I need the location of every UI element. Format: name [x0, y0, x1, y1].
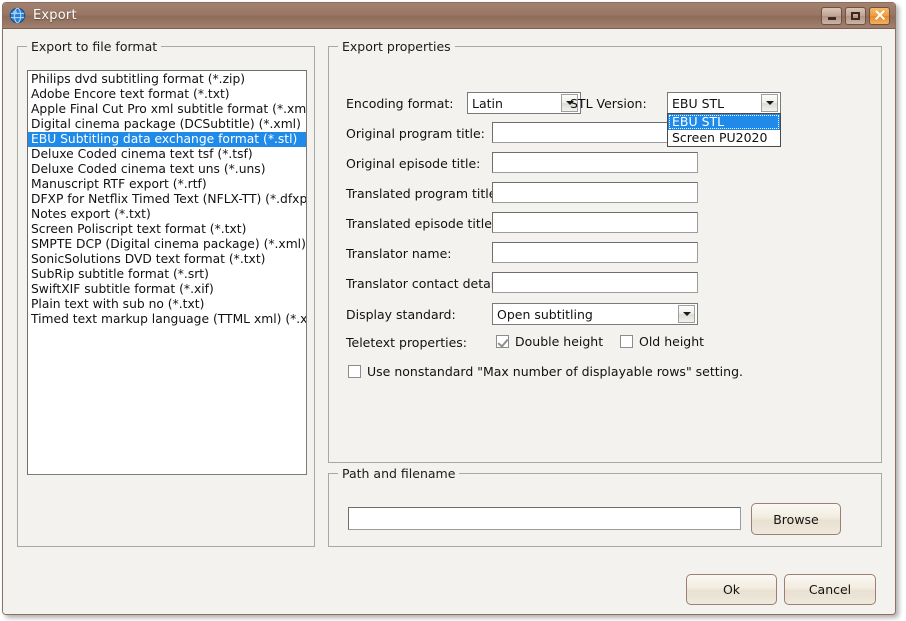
- cancel-button[interactable]: Cancel: [784, 574, 876, 605]
- window-controls: [821, 6, 895, 25]
- export-dialog-window: Export Export to file format Philips dvd…: [2, 2, 896, 615]
- dialog-client-area: Export to file format Philips dvd subtit…: [3, 29, 895, 614]
- list-item[interactable]: EBU Subtitling data exchange format (*.s…: [28, 132, 306, 147]
- display-standard-label: Display standard:: [346, 307, 456, 322]
- field-label: Original program title:: [346, 126, 485, 141]
- close-icon: [874, 10, 885, 21]
- minimize-icon: [827, 17, 836, 20]
- nonstandard-rows-checkbox[interactable]: [348, 365, 361, 378]
- field-input[interactable]: [492, 182, 698, 203]
- path-input[interactable]: [348, 507, 741, 530]
- list-item[interactable]: Timed text markup language (TTML xml) (*…: [28, 312, 306, 327]
- stl-version-dropdown-list[interactable]: EBU STL Screen PU2020: [667, 113, 781, 147]
- maximize-button[interactable]: [845, 6, 866, 25]
- stl-version-label: STL Version:: [570, 96, 647, 111]
- double-height-checkbox-row[interactable]: Double height: [496, 334, 603, 349]
- dropdown-option[interactable]: EBU STL: [668, 114, 780, 130]
- double-height-label: Double height: [515, 334, 604, 349]
- field-input[interactable]: [492, 272, 698, 293]
- list-item[interactable]: Adobe Encore text format (*.txt): [28, 87, 306, 102]
- path-and-filename-group: Path and filename Browse: [328, 466, 882, 547]
- field-label: Translator contact details:: [346, 276, 509, 291]
- encoding-format-combobox[interactable]: Latin: [467, 92, 581, 114]
- export-format-group: Export to file format Philips dvd subtit…: [17, 39, 315, 547]
- encoding-format-value: Latin: [472, 95, 503, 111]
- list-item[interactable]: Notes export (*.txt): [28, 207, 306, 222]
- close-button[interactable]: [869, 6, 890, 25]
- display-standard-value: Open subtitling: [497, 306, 593, 322]
- list-item[interactable]: DFXP for Netflix Timed Text (NFLX-TT) (*…: [28, 192, 306, 207]
- nonstandard-rows-label: Use nonstandard "Max number of displayab…: [367, 364, 743, 379]
- export-properties-legend: Export properties: [338, 39, 455, 54]
- list-item[interactable]: SubRip subtitle format (*.srt): [28, 267, 306, 282]
- teletext-properties-label: Teletext properties:: [346, 335, 468, 350]
- list-item[interactable]: Manuscript RTF export (*.rtf): [28, 177, 306, 192]
- field-input[interactable]: [492, 212, 698, 233]
- path-and-filename-legend: Path and filename: [338, 466, 460, 481]
- list-item[interactable]: Deluxe Coded cinema text tsf (*.tsf): [28, 147, 306, 162]
- field-label: Original episode title:: [346, 156, 481, 171]
- list-item[interactable]: SonicSolutions DVD text format (*.txt): [28, 252, 306, 267]
- window-title: Export: [33, 8, 77, 23]
- old-height-label: Old height: [639, 334, 705, 349]
- minimize-button[interactable]: [821, 6, 842, 25]
- field-input[interactable]: [492, 242, 698, 263]
- chevron-down-icon[interactable]: [761, 94, 778, 112]
- dropdown-option[interactable]: Screen PU2020: [668, 130, 780, 146]
- list-item[interactable]: SwiftXIF subtitle format (*.xif): [28, 282, 306, 297]
- maximize-icon: [851, 11, 860, 20]
- ok-button[interactable]: Ok: [686, 574, 777, 605]
- globe-icon: [9, 7, 26, 24]
- display-standard-combobox[interactable]: Open subtitling: [492, 303, 698, 325]
- export-format-legend: Export to file format: [27, 39, 162, 54]
- list-item[interactable]: Philips dvd subtitling format (*.zip): [28, 72, 306, 87]
- list-item[interactable]: Screen Poliscript text format (*.txt): [28, 222, 306, 237]
- encoding-format-label: Encoding format:: [346, 96, 454, 111]
- field-label: Translator name:: [346, 246, 452, 261]
- old-height-checkbox-row[interactable]: Old height: [620, 334, 704, 349]
- list-item[interactable]: Deluxe Coded cinema text uns (*.uns): [28, 162, 306, 177]
- browse-button[interactable]: Browse: [751, 503, 841, 535]
- export-properties-group: Export properties Encoding format: Latin…: [328, 39, 882, 463]
- field-input[interactable]: [492, 152, 698, 173]
- field-label: Translated episode title:: [346, 216, 497, 231]
- double-height-checkbox[interactable]: [496, 335, 509, 348]
- title-bar: Export: [3, 3, 895, 29]
- file-format-listbox[interactable]: Philips dvd subtitling format (*.zip) Ado…: [27, 70, 307, 475]
- stl-version-value: EBU STL: [672, 95, 725, 111]
- list-item[interactable]: SMPTE DCP (Digital cinema package) (*.xm…: [28, 237, 306, 252]
- field-label: Translated program title:: [346, 186, 501, 201]
- list-item[interactable]: Digital cinema package (DCSubtitle) (*.x…: [28, 117, 306, 132]
- stl-version-combobox[interactable]: EBU STL: [667, 92, 781, 114]
- old-height-checkbox[interactable]: [620, 335, 633, 348]
- list-item[interactable]: Apple Final Cut Pro xml subtitle format …: [28, 102, 306, 117]
- chevron-down-icon[interactable]: [678, 305, 695, 323]
- nonstandard-rows-checkbox-row[interactable]: Use nonstandard "Max number of displayab…: [348, 364, 743, 379]
- list-item[interactable]: Plain text with sub no (*.txt): [28, 297, 306, 312]
